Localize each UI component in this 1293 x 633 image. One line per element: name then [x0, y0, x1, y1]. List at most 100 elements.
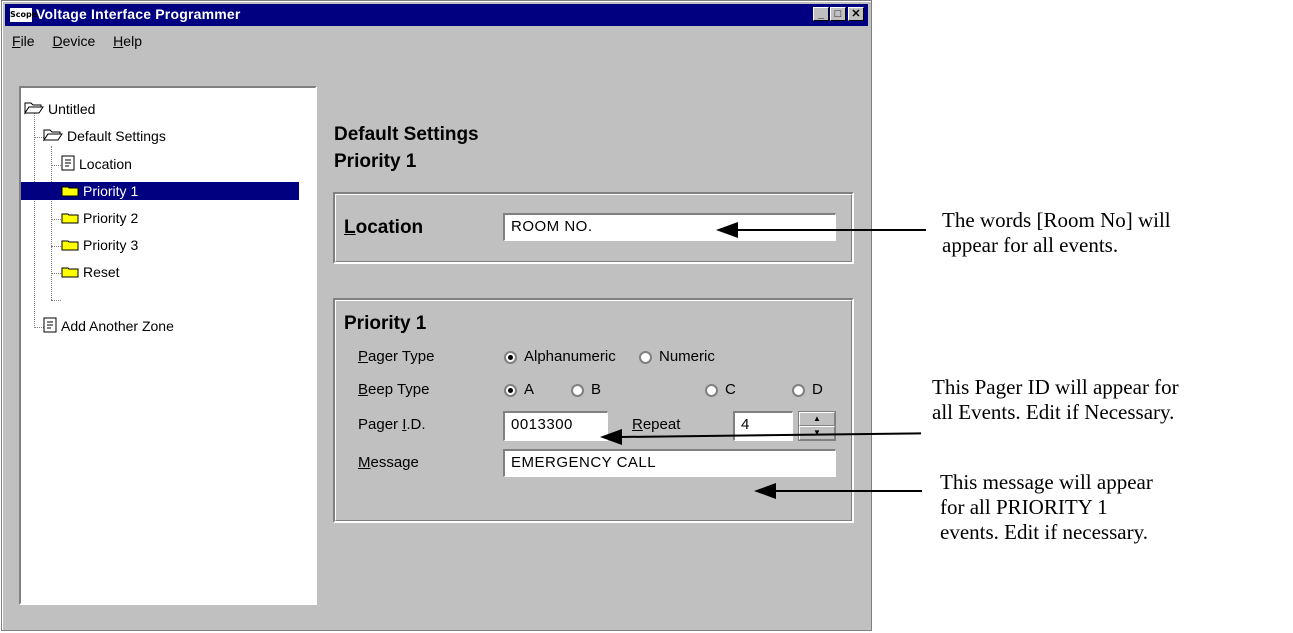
- tree-connector: [51, 300, 61, 301]
- beep-type-a-label: A: [524, 381, 535, 398]
- pager-note-line-2: all Events. Edit if Necessary.: [932, 400, 1175, 424]
- tree-node-add-zone[interactable]: Add Another Zone: [43, 317, 174, 335]
- message-mnemonic: M: [358, 454, 371, 471]
- tree-node-label: Priority 3: [83, 237, 139, 253]
- beep-type-label-text: eep Type: [368, 381, 430, 398]
- document-icon: [43, 317, 57, 337]
- tree-connector: [51, 146, 52, 300]
- tree-connector: [51, 246, 61, 247]
- tree-node-priority-1[interactable]: Priority 1: [21, 182, 299, 200]
- pager-id-label: Pager I.D.: [358, 416, 426, 433]
- folder-icon: [61, 183, 79, 201]
- menu-bar: File Device Help: [12, 33, 156, 55]
- beep-type-d-label: D: [812, 381, 823, 398]
- location-note: The words [Room No] will appear for all …: [942, 208, 1171, 258]
- pager-id-label-post: .D.: [406, 416, 426, 433]
- repeat-label: Repeat: [632, 416, 680, 433]
- minimize-button[interactable]: _: [813, 7, 829, 21]
- title-bar[interactable]: Scope Voltage Interface Programmer _ □ ✕: [5, 4, 868, 26]
- tree-connector: [34, 110, 35, 328]
- tree-node-label: Priority 2: [83, 210, 139, 226]
- tree-node-reset[interactable]: Reset: [61, 263, 120, 281]
- pager-note: This Pager ID will appear for all Events…: [932, 375, 1179, 425]
- priority-group-title: Priority 1: [344, 313, 427, 334]
- message-label-text: essage: [370, 454, 419, 471]
- location-label-mnemonic: L: [344, 217, 356, 238]
- message-note-line-1: This message will appear: [940, 470, 1153, 494]
- app-icon: Scope: [10, 8, 37, 22]
- spin-up-button[interactable]: ▲: [799, 412, 835, 426]
- open-folder-icon: [43, 128, 63, 146]
- pager-note-line-1: This Pager ID will appear for: [932, 375, 1179, 399]
- tree-node-label: Default Settings: [67, 128, 166, 144]
- tree-connector: [51, 219, 61, 220]
- tree-node-label: Priority 1: [83, 183, 139, 199]
- pager-type-mnemonic: P: [358, 348, 369, 365]
- menu-help-label: elp: [123, 33, 142, 49]
- zone-tree[interactable]: Untitled Default Settings Location Prior…: [19, 86, 317, 605]
- tree-node-label: Add Another Zone: [61, 318, 174, 334]
- tree-node-label: Location: [79, 156, 132, 172]
- beep-type-b-radio[interactable]: [571, 384, 584, 397]
- folder-icon: [61, 264, 79, 282]
- folder-icon: [61, 237, 79, 255]
- beep-type-mnemonic: B: [358, 381, 369, 398]
- pager-type-label-text: ager Type: [368, 348, 435, 365]
- location-label: Location: [344, 217, 423, 239]
- location-note-line-1: The words [Room No] will: [942, 208, 1171, 232]
- tree-node-priority-2[interactable]: Priority 2: [61, 209, 138, 227]
- close-button[interactable]: ✕: [848, 7, 864, 21]
- menu-help[interactable]: Help: [113, 33, 142, 49]
- priority-heading: Priority 1: [334, 151, 417, 172]
- message-callout-line: [776, 490, 922, 492]
- repeat-label-text: epeat: [642, 416, 681, 433]
- beep-type-c-radio[interactable]: [705, 384, 718, 397]
- location-callout-arrowhead: [716, 222, 738, 238]
- beep-type-d-radio[interactable]: [792, 384, 805, 397]
- message-note-line-2: for all PRIORITY 1: [940, 495, 1108, 519]
- open-folder-icon: [24, 101, 44, 119]
- pager-callout-arrowhead: [600, 429, 622, 445]
- maximize-button[interactable]: □: [830, 7, 846, 21]
- message-note-line-3: events. Edit if necessary.: [940, 520, 1148, 544]
- tree-node-location[interactable]: Location: [61, 155, 132, 173]
- pager-id-input[interactable]: 0013300: [503, 411, 608, 441]
- tree-node-priority-3[interactable]: Priority 3: [61, 236, 138, 254]
- repeat-mnemonic: R: [632, 416, 643, 433]
- repeat-spinner[interactable]: ▲ ▼: [798, 411, 836, 441]
- message-input[interactable]: EMERGENCY CALL: [503, 449, 836, 477]
- tree-node-label: Reset: [83, 264, 120, 280]
- beep-type-b-label: B: [591, 381, 602, 398]
- tree-node-untitled[interactable]: Untitled: [24, 100, 95, 118]
- pager-id-label-pre: Pager: [358, 416, 403, 433]
- menu-help-mnemonic: H: [113, 33, 124, 49]
- window-title: Voltage Interface Programmer: [36, 6, 241, 22]
- tree-connector: [51, 165, 61, 166]
- tree-node-label: Untitled: [48, 101, 96, 117]
- beep-type-c-label: C: [725, 381, 736, 398]
- settings-heading: Default Settings: [334, 124, 479, 145]
- message-callout-arrowhead: [754, 483, 776, 499]
- pager-type-numeric-label: Numeric: [659, 348, 715, 365]
- location-input[interactable]: ROOM NO.: [503, 213, 836, 241]
- folder-icon: [61, 210, 79, 228]
- pager-type-numeric-radio[interactable]: [639, 351, 652, 364]
- pager-type-alphanumeric-radio[interactable]: [504, 351, 517, 364]
- location-label-text: ocation: [355, 217, 424, 238]
- menu-device-label: evice: [62, 33, 96, 49]
- beep-type-label: Beep Type: [358, 381, 429, 398]
- message-note: This message will appear for all PRIORIT…: [940, 470, 1153, 545]
- beep-type-a-radio[interactable]: [504, 384, 517, 397]
- tree-connector: [51, 273, 61, 274]
- menu-file-mnemonic: F: [12, 33, 21, 49]
- menu-device-mnemonic: D: [52, 33, 63, 49]
- menu-device[interactable]: Device: [52, 33, 95, 49]
- tree-node-default-settings[interactable]: Default Settings: [43, 127, 166, 145]
- location-callout-line: [738, 229, 926, 231]
- message-label: Message: [358, 454, 419, 471]
- menu-file[interactable]: File: [12, 33, 35, 49]
- menu-file-label: ile: [20, 33, 35, 49]
- document-icon: [61, 155, 75, 175]
- pager-type-alphanumeric-label: Alphanumeric: [524, 348, 616, 365]
- main-window: Scope Voltage Interface Programmer _ □ ✕…: [1, 0, 872, 631]
